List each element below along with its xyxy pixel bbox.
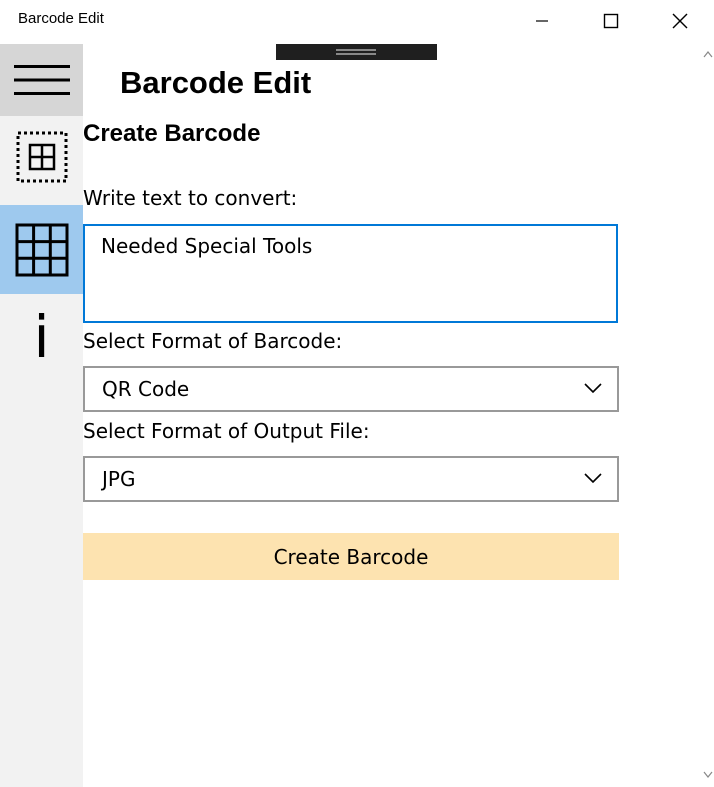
- text-input-label: Write text to convert:: [83, 186, 298, 210]
- close-icon: [672, 13, 688, 29]
- chevron-down-icon: [584, 473, 602, 484]
- info-icon: i: [33, 303, 50, 371]
- scrollbar[interactable]: [701, 44, 714, 787]
- barcode-create-icon: [16, 131, 67, 183]
- text-input[interactable]: Needed Special Tools: [83, 224, 618, 323]
- minimize-icon: [536, 20, 548, 22]
- barcode-format-label: Select Format of Barcode:: [83, 329, 343, 353]
- maximize-icon: [603, 13, 619, 29]
- barcode-format-value: QR Code: [102, 377, 190, 401]
- chevron-down-icon: [584, 383, 602, 394]
- sidebar-item-info[interactable]: i: [0, 302, 83, 372]
- title-bar: Barcode Edit: [0, 0, 714, 44]
- close-button[interactable]: [657, 0, 703, 42]
- maximize-button[interactable]: [588, 0, 634, 42]
- minimize-button[interactable]: [519, 0, 565, 42]
- output-format-select[interactable]: JPG: [83, 456, 619, 502]
- create-barcode-button[interactable]: Create Barcode: [83, 533, 619, 580]
- scroll-up-icon[interactable]: [703, 50, 713, 58]
- grip-line: [336, 53, 376, 55]
- sidebar-item-create[interactable]: [0, 122, 83, 192]
- window-title: Barcode Edit: [18, 10, 104, 27]
- sidebar-item-menu[interactable]: [0, 44, 83, 116]
- grid-icon: [15, 223, 68, 276]
- app-title: Barcode Edit: [120, 65, 312, 100]
- grip-line: [336, 49, 376, 51]
- sidebar: i: [0, 44, 83, 787]
- section-title: Create Barcode: [83, 120, 261, 147]
- drag-handle[interactable]: [276, 44, 437, 60]
- text-input-value: Needed Special Tools: [101, 234, 313, 258]
- output-format-label: Select Format of Output File:: [83, 419, 370, 443]
- hamburger-icon: [13, 65, 70, 95]
- sidebar-item-scan[interactable]: [0, 205, 83, 294]
- scroll-down-icon[interactable]: [703, 771, 713, 779]
- output-format-value: JPG: [102, 467, 136, 491]
- barcode-format-select[interactable]: QR Code: [83, 366, 619, 412]
